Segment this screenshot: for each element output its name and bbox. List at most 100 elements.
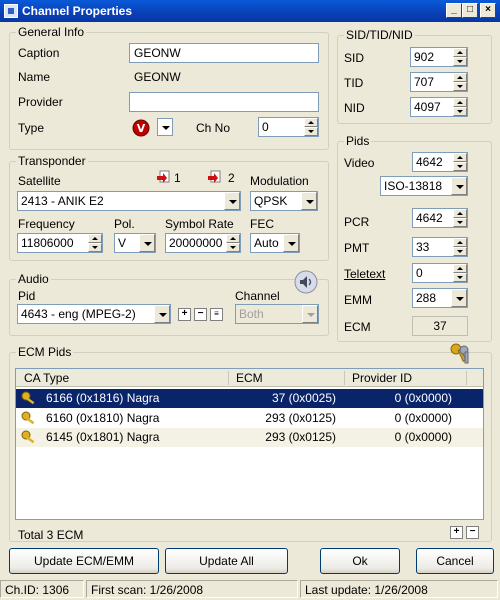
spin-down-icon[interactable] (453, 107, 467, 116)
spin-down-icon[interactable] (453, 82, 467, 91)
audio-channel-select[interactable]: Both (235, 304, 319, 324)
caption-input[interactable]: GEONW (129, 43, 319, 63)
sid-label: SID (344, 51, 365, 65)
chno-stepper[interactable]: 0 (258, 117, 319, 137)
pmt-label: PMT (344, 241, 370, 255)
modulation-label: Modulation (250, 174, 309, 188)
keys-icon[interactable] (448, 342, 474, 366)
chevron-down-icon[interactable] (451, 177, 467, 195)
spin-up-icon[interactable] (88, 234, 102, 243)
chevron-down-icon[interactable] (302, 305, 318, 323)
column-ca-type[interactable]: CA Type (24, 371, 69, 385)
teletext-value: 0 (416, 266, 423, 280)
modulation-select[interactable]: QPSK (250, 191, 318, 211)
update-all-button[interactable]: Update All (165, 548, 288, 574)
spin-down-icon[interactable] (453, 247, 467, 256)
provider-label: Provider (18, 95, 63, 109)
spin-up-icon[interactable] (453, 153, 467, 162)
spin-down-icon[interactable] (304, 127, 318, 136)
title-bar[interactable]: Channel Properties _ □ × (0, 0, 500, 22)
chevron-down-icon[interactable] (139, 234, 155, 252)
chevron-down-icon[interactable] (451, 289, 467, 307)
update-ecm-emm-button[interactable]: Update ECM/EMM (9, 548, 159, 574)
video-pid-stepper[interactable]: 4642 (412, 152, 468, 172)
transponder-group-title: Transponder (16, 154, 88, 168)
pcr-value: 4642 (416, 211, 443, 225)
frequency-value: 11806000 (21, 236, 74, 250)
pids-group-title: Pids (344, 134, 372, 148)
spin-up-icon[interactable] (453, 48, 467, 57)
column-ecm[interactable]: ECM (236, 371, 263, 385)
fec-select[interactable]: Auto (250, 233, 300, 253)
spin-down-icon[interactable] (226, 243, 240, 252)
chevron-down-icon[interactable] (224, 192, 240, 210)
remove-ecm-icon[interactable]: − (466, 526, 479, 539)
emm-select[interactable]: 288 (412, 288, 468, 308)
status-bar: Ch.ID: 1306 First scan: 1/26/2008 Last u… (0, 578, 500, 600)
chevron-down-icon[interactable] (283, 234, 299, 252)
satellite-label: Satellite (18, 174, 61, 188)
sid-stepper[interactable]: 902 (410, 47, 468, 67)
pol-value: V (118, 236, 127, 250)
spin-up-icon[interactable] (453, 264, 467, 273)
remove-audio-icon[interactable]: − (194, 308, 207, 321)
spin-down-icon[interactable] (453, 273, 467, 282)
spin-down-icon[interactable] (453, 218, 467, 227)
video-type-select[interactable]: ISO-13818 (380, 176, 468, 196)
emm-value: 288 (416, 291, 437, 305)
pcr-stepper[interactable]: 4642 (412, 208, 468, 228)
chno-label: Ch No (196, 121, 231, 135)
audio-pid-label: Pid (18, 289, 36, 303)
symbol-rate-value: 20000000 (169, 236, 223, 250)
symbol-rate-stepper[interactable]: 20000000 (165, 233, 241, 253)
audio-pid-value: 4643 - eng (MPEG-2) (21, 307, 136, 321)
provider-input[interactable] (129, 92, 319, 112)
ok-button[interactable]: Ok (320, 548, 400, 574)
spin-up-icon[interactable] (453, 73, 467, 82)
spin-down-icon[interactable] (88, 243, 102, 252)
maximize-button[interactable]: □ (462, 3, 478, 18)
minimize-button[interactable]: _ (446, 3, 462, 18)
provider-cell: 0 (0x0000) (394, 411, 452, 425)
teletext-stepper[interactable]: 0 (412, 263, 468, 283)
ecm-table-header: CA Type ECM Provider ID (16, 369, 483, 387)
polarization-select[interactable]: V (114, 233, 156, 253)
audio-pid-select[interactable]: 4643 - eng (MPEG-2) (17, 304, 171, 324)
chevron-down-icon[interactable] (157, 118, 173, 136)
tid-stepper[interactable]: 707 (410, 72, 468, 92)
spin-up-icon[interactable] (226, 234, 240, 243)
add-audio-icon[interactable]: + (178, 308, 191, 321)
spin-down-icon[interactable] (453, 57, 467, 66)
spin-up-icon[interactable] (453, 98, 467, 107)
nid-label: NID (344, 101, 365, 115)
frequency-stepper[interactable]: 11806000 (17, 233, 103, 253)
satellite-2-icon[interactable] (208, 170, 222, 184)
pmt-stepper[interactable]: 33 (412, 237, 468, 257)
satellite-1-icon[interactable] (157, 170, 171, 184)
cancel-button[interactable]: Cancel (416, 548, 494, 574)
type-select[interactable]: V (129, 117, 174, 137)
table-row[interactable]: 6160 (0x1810) Nagra 293 (0x0125) 0 (0x00… (16, 409, 483, 428)
close-button[interactable]: × (480, 3, 496, 18)
chevron-down-icon[interactable] (301, 192, 317, 210)
edit-audio-icon[interactable]: ≡ (210, 308, 223, 321)
satellite-select[interactable]: 2413 - ANIK E2 (17, 191, 241, 211)
spin-down-icon[interactable] (453, 162, 467, 171)
table-row[interactable]: 6145 (0x1801) Nagra 293 (0x0125) 0 (0x00… (16, 428, 483, 447)
teletext-label: Teletext (344, 267, 386, 281)
chevron-down-icon[interactable] (154, 305, 170, 323)
symbol-rate-label: Symbol Rate (165, 217, 234, 231)
table-row[interactable]: 6166 (0x1816) Nagra 37 (0x0025) 0 (0x000… (16, 389, 483, 408)
nid-stepper[interactable]: 4097 (410, 97, 468, 117)
ecm-label: ECM (344, 320, 371, 334)
spin-up-icon[interactable] (453, 238, 467, 247)
ecm-table[interactable]: CA Type ECM Provider ID 6166 (0x1816) Na… (15, 368, 484, 520)
add-ecm-icon[interactable]: + (450, 526, 463, 539)
spin-up-icon[interactable] (453, 209, 467, 218)
column-provider-id[interactable]: Provider ID (352, 371, 412, 385)
spin-up-icon[interactable] (304, 118, 318, 127)
general-info-title: General Info (16, 25, 87, 39)
provider-cell: 0 (0x0000) (394, 391, 452, 405)
speaker-icon[interactable] (294, 270, 318, 294)
window-title: Channel Properties (22, 4, 133, 18)
